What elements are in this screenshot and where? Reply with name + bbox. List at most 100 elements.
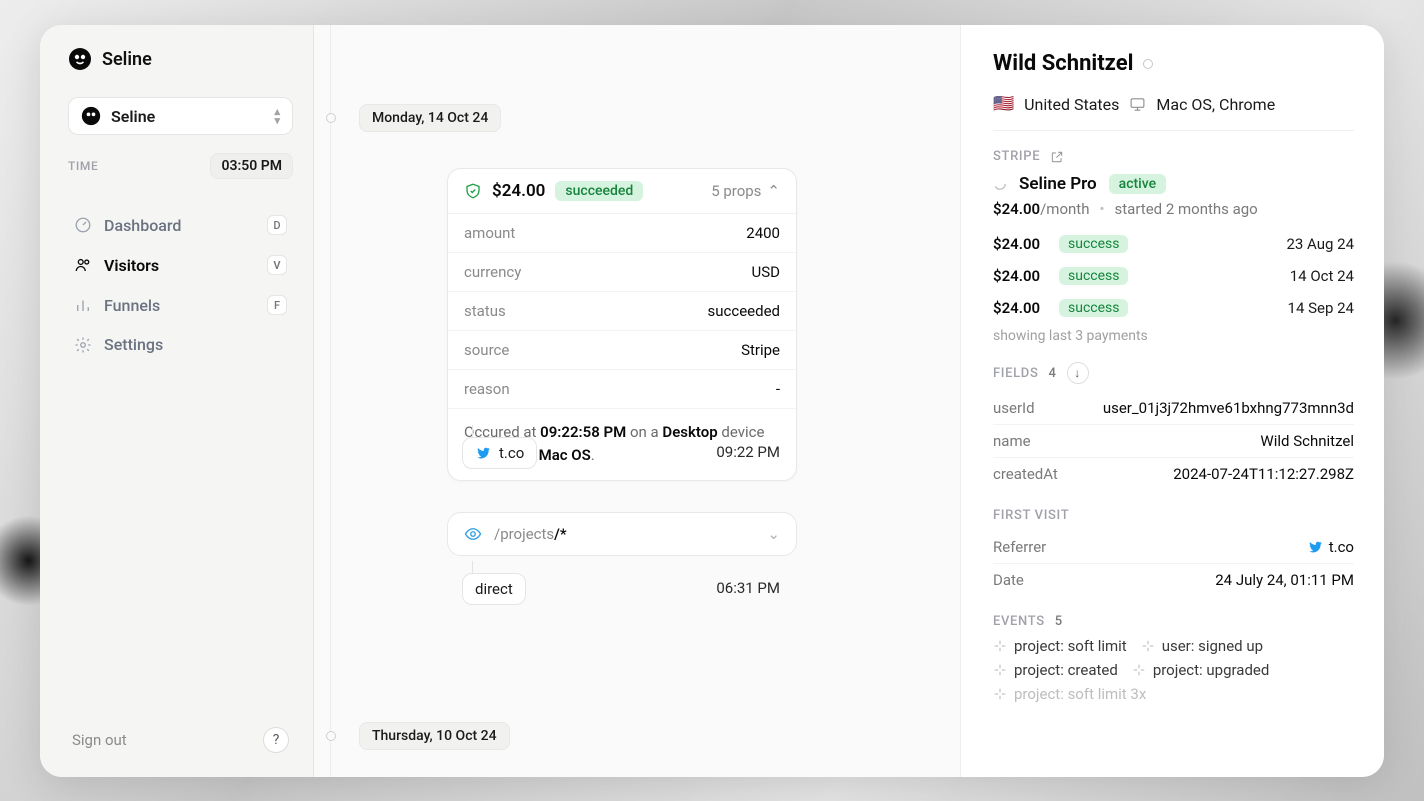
twitter-icon <box>1307 539 1323 555</box>
bars-icon <box>74 296 92 314</box>
event-chip[interactable]: user: signed up <box>1141 637 1263 655</box>
prop-key: reason <box>464 380 510 398</box>
help-button[interactable]: ? <box>263 727 289 753</box>
spinner-icon <box>993 177 1007 191</box>
time-label: TIME <box>68 159 98 173</box>
primary-nav: Dashboard D Visitors V Funnels F Setting… <box>68 207 293 362</box>
field-key: Referrer <box>993 538 1046 556</box>
seline-logo-icon <box>81 106 101 126</box>
visitor-details-panel: Wild Schnitzel 🇺🇸 United States Mac OS, … <box>960 25 1384 777</box>
sign-out-link[interactable]: Sign out <box>72 731 127 749</box>
event-chip[interactable]: project: soft limit 3x <box>993 685 1146 703</box>
field-value: Wild Schnitzel <box>1260 432 1354 450</box>
twitter-icon <box>475 445 491 461</box>
payment-row: $24.00success14 Sep 24 <box>993 292 1354 324</box>
prop-key: status <box>464 302 506 320</box>
kbd-hint: V <box>267 255 287 275</box>
account-switcher[interactable]: Seline ▴▾ <box>68 97 293 135</box>
event-time: 06:31 PM <box>716 579 780 597</box>
referrer-pill[interactable]: t.co <box>462 437 537 469</box>
charge-amount: $24.00 <box>492 181 545 201</box>
sparkle-icon <box>993 639 1007 653</box>
nav-label: Dashboard <box>104 216 181 235</box>
field-value: 24 July 24, 01:11 PM <box>1215 571 1354 589</box>
field-key: userId <box>993 399 1035 417</box>
prop-value: USD <box>752 263 780 281</box>
field-value: 2024-07-24T11:12:27.298Z <box>1173 465 1354 483</box>
prop-key: source <box>464 341 509 359</box>
plan-period: /month <box>1040 200 1089 218</box>
events-count: 5 <box>1055 614 1063 629</box>
fields-count: 4 <box>1048 366 1056 381</box>
referrer-label: t.co <box>499 444 524 462</box>
nav-settings[interactable]: Settings <box>68 327 293 362</box>
event-chip[interactable]: project: soft limit <box>993 637 1127 655</box>
presence-indicator-icon <box>1143 59 1153 69</box>
page-path: /projects/* <box>494 525 567 543</box>
seline-logo-icon <box>68 47 92 71</box>
payment-row: $24.00success14 Oct 24 <box>993 260 1354 292</box>
kbd-hint: F <box>267 295 287 315</box>
prop-value: succeeded <box>708 302 781 320</box>
country: United States <box>1024 95 1119 114</box>
plan-name: Seline Pro <box>1019 174 1097 194</box>
sparkle-icon <box>993 663 1007 677</box>
plan-started: started 2 months ago <box>1115 200 1258 218</box>
nav-visitors[interactable]: Visitors V <box>68 247 293 283</box>
gauge-icon <box>74 216 92 234</box>
time-value: 03:50 PM <box>210 153 293 179</box>
charge-event-card[interactable]: $24.00 succeeded 5 props ⌃ amount2400 cu… <box>447 168 797 481</box>
timeline: Monday, 14 Oct 24 $24.00 succeeded 5 pro… <box>314 25 960 777</box>
plan-price: $24.00 <box>993 200 1040 218</box>
monitor-icon <box>1129 96 1146 113</box>
prop-value: - <box>776 380 780 398</box>
pageview-row[interactable]: /projects/* ⌄ <box>447 512 797 556</box>
event-chip[interactable]: project: upgraded <box>1132 661 1270 679</box>
payments-note: showing last 3 payments <box>993 328 1354 344</box>
referrer-pill[interactable]: direct <box>462 573 526 605</box>
gear-icon <box>74 336 92 354</box>
sidebar: Seline Seline ▴▾ TIME 03:50 PM Dashboard… <box>40 25 314 777</box>
users-icon <box>74 256 92 274</box>
field-key: createdAt <box>993 465 1058 483</box>
shield-check-icon <box>464 182 482 200</box>
section-label: FIRST VISIT <box>993 508 1069 523</box>
status-badge: succeeded <box>555 181 643 201</box>
nav-label: Settings <box>104 335 163 354</box>
section-label: STRIPE <box>993 149 1040 164</box>
referrer-label: direct <box>475 580 513 598</box>
field-key: Date <box>993 571 1024 589</box>
collapse-button[interactable]: ↓ <box>1067 362 1089 384</box>
props-count: 5 props <box>711 182 761 200</box>
prop-key: amount <box>464 224 515 242</box>
chevron-up-icon: ⌃ <box>767 182 780 200</box>
sparkle-icon <box>993 687 1007 701</box>
flag-icon: 🇺🇸 <box>993 94 1014 114</box>
nav-label: Funnels <box>104 296 160 315</box>
field-key: name <box>993 432 1031 450</box>
event-time: 09:22 PM <box>716 443 780 461</box>
nav-dashboard[interactable]: Dashboard D <box>68 207 293 243</box>
payment-row: $24.00success23 Aug 24 <box>993 228 1354 260</box>
external-link-icon[interactable] <box>1050 150 1064 164</box>
geo-row: 🇺🇸 United States Mac OS, Chrome <box>993 94 1354 114</box>
eye-icon <box>464 525 482 543</box>
kbd-hint: D <box>267 215 287 235</box>
prop-value: Stripe <box>741 341 780 359</box>
props-toggle[interactable]: 5 props ⌃ <box>711 182 780 200</box>
brand-logo: Seline <box>68 47 293 71</box>
first-visit-referrer: t.co <box>1307 538 1354 556</box>
sparkle-icon <box>1141 639 1155 653</box>
app-window: Seline Seline ▴▾ TIME 03:50 PM Dashboard… <box>40 25 1384 777</box>
prop-value: 2400 <box>746 224 780 242</box>
sparkle-icon <box>1132 663 1146 677</box>
brand-name: Seline <box>102 49 152 70</box>
chevron-down-icon: ⌄ <box>767 525 780 543</box>
day-chip: Monday, 14 Oct 24 <box>359 104 501 132</box>
visitor-name: Wild Schnitzel <box>993 51 1133 76</box>
nav-funnels[interactable]: Funnels F <box>68 287 293 323</box>
event-chip[interactable]: project: created <box>993 661 1118 679</box>
section-label: EVENTS <box>993 614 1045 629</box>
plan-status-badge: active <box>1109 174 1166 194</box>
section-label: FIELDS <box>993 366 1038 381</box>
